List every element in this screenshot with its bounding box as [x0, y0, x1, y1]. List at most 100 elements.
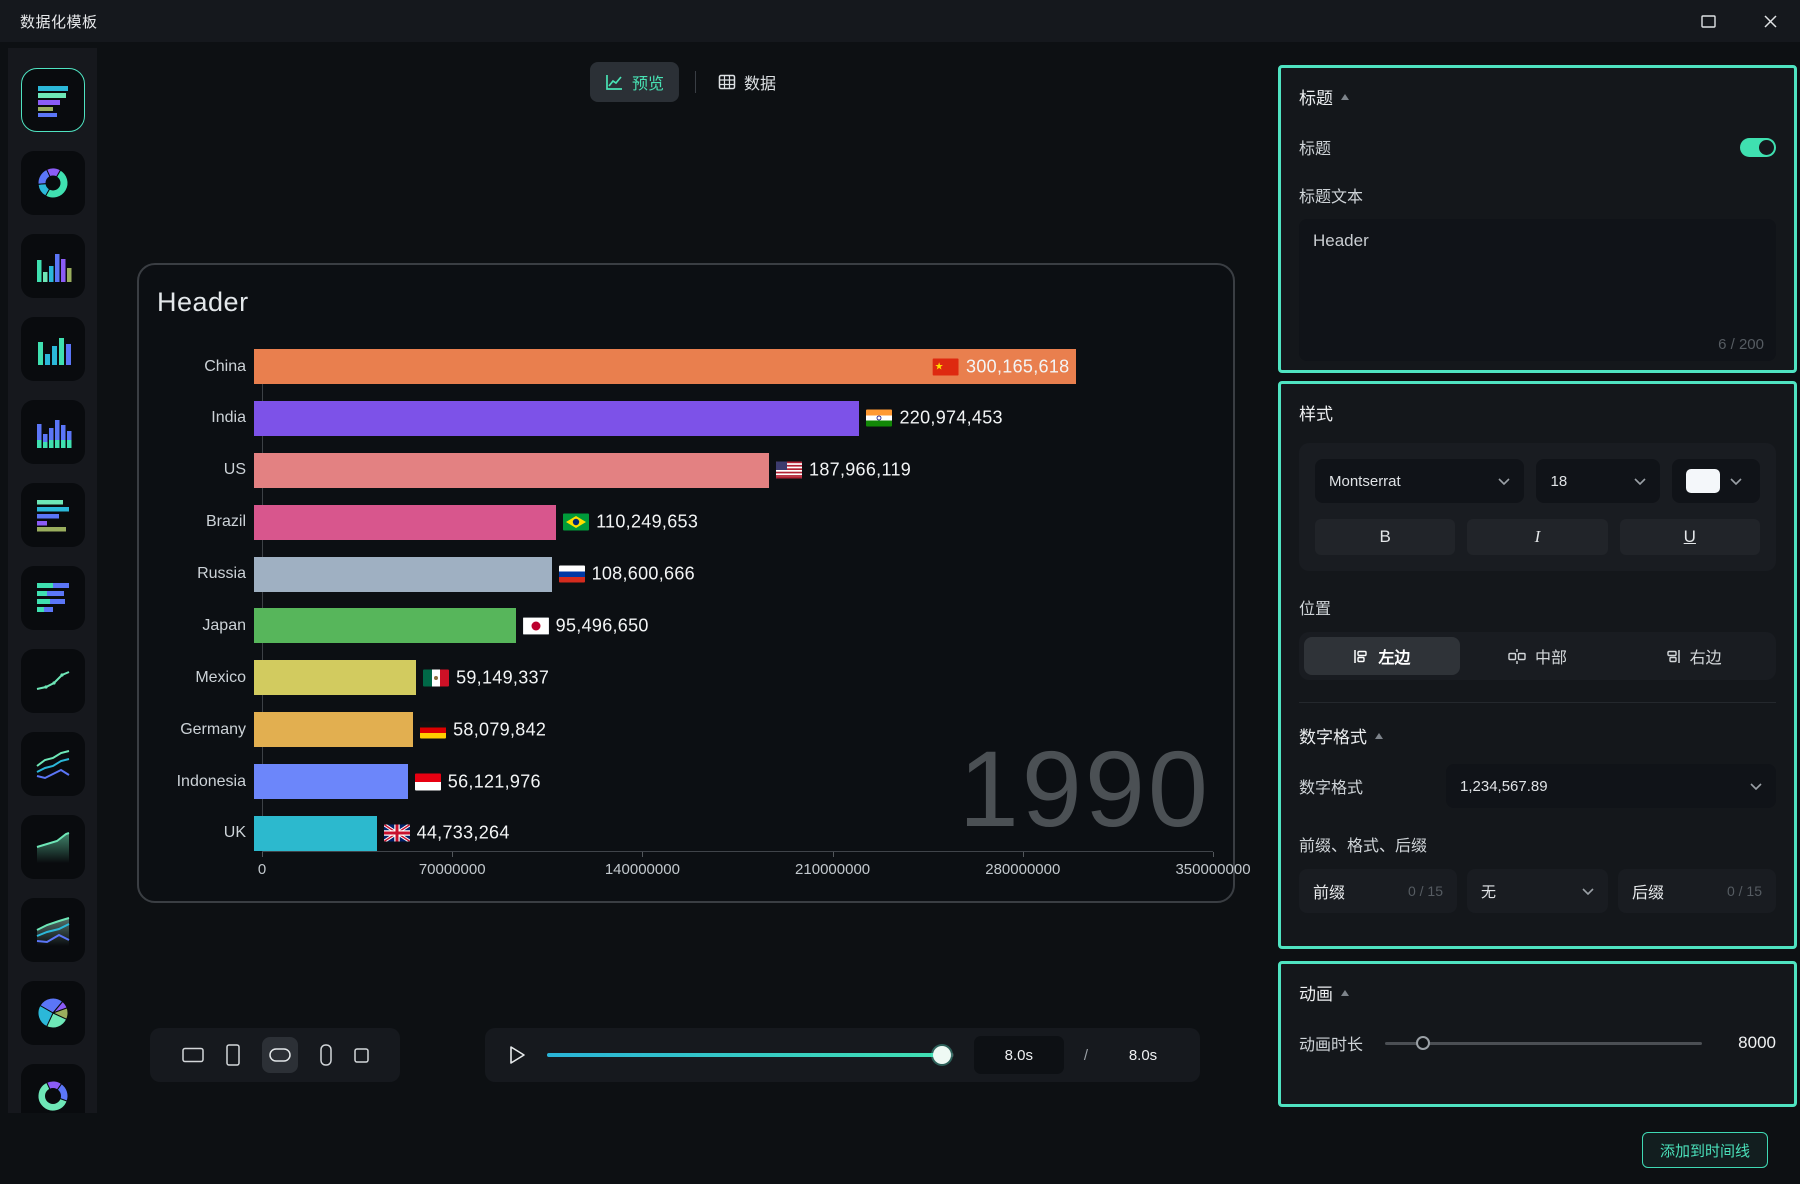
position-align-center[interactable]: 中部 [1460, 637, 1616, 675]
animation-section: 动画 动画时长 8000 [1278, 961, 1797, 1107]
category-label: Japan [157, 617, 254, 635]
sidebar-item-stacked-area-chart[interactable] [21, 898, 85, 962]
sidebar-item-donut-chart-alt[interactable] [21, 1064, 85, 1113]
animation-section-label: 动画 [1299, 980, 1333, 1005]
flag-ru-icon [559, 566, 585, 583]
bar-track: 108,600,666 [254, 557, 1213, 592]
bar-race-chart: China★300,165,618India220,974,453US187,9… [157, 349, 1213, 885]
duration-value: 8000 [1724, 1033, 1776, 1053]
bar-track: 59,149,337 [254, 660, 1213, 695]
value-label: 59,149,337 [456, 667, 549, 688]
window-title: 数据化模板 [20, 11, 98, 32]
bar [254, 401, 859, 436]
font-family-select[interactable]: Montserrat [1315, 459, 1524, 503]
flag-jp-icon [523, 617, 549, 634]
sidebar-item-column-chart-teal[interactable] [21, 317, 85, 381]
tick-mark [452, 852, 453, 857]
bar-track: 58,079,842 [254, 712, 1213, 747]
italic-button[interactable]: I [1467, 519, 1607, 555]
suffix-input[interactable]: 后缀 0 / 15 [1618, 869, 1776, 913]
number-format-select[interactable]: 1,234,567.89 [1446, 764, 1776, 808]
flag-in-icon [866, 410, 892, 427]
sidebar-item-column-chart-stacked[interactable] [21, 400, 85, 464]
position-align-right[interactable]: 右边 [1615, 637, 1771, 675]
aspect-1-1-button[interactable] [354, 1048, 369, 1063]
number-format-header[interactable]: 数字格式 [1299, 723, 1776, 748]
value-label-group: 95,496,650 [523, 615, 649, 636]
tick-label: 70000000 [419, 861, 486, 878]
aspect-9-16-button[interactable] [226, 1044, 240, 1066]
aspect-ratio-bar [150, 1028, 400, 1082]
duration-slider[interactable] [1385, 1035, 1702, 1051]
maximize-icon[interactable] [1698, 11, 1718, 31]
number-format-header-label: 数字格式 [1299, 723, 1367, 748]
chart-rows: China★300,165,618India220,974,453US187,9… [157, 349, 1213, 851]
position-align-left[interactable]: 左边 [1304, 637, 1460, 675]
prefix-format-suffix-label: 前缀、格式、后缀 [1299, 832, 1776, 856]
flag-de-icon [420, 721, 446, 738]
sidebar-item-hbar-chart-stacked[interactable] [21, 566, 85, 630]
tab-preview-label: 预览 [632, 70, 664, 94]
flag-cn-icon: ★ [933, 358, 959, 375]
position-segmented-control: 左边中部右边 [1299, 632, 1776, 680]
aspect-tall-rounded-button[interactable] [320, 1044, 332, 1066]
sidebar-item-line-chart[interactable] [21, 649, 85, 713]
aspect-wide-rounded-button[interactable] [262, 1037, 298, 1073]
title-toggle[interactable] [1740, 138, 1776, 157]
sidebar-item-bar-race-chart[interactable] [21, 68, 85, 132]
add-to-timeline-button[interactable]: 添加到时间线 [1642, 1132, 1768, 1168]
font-color-select[interactable] [1672, 459, 1760, 503]
style-section: 样式 Montserrat 18 B I U 位置 左边中部右边 数字格式 [1278, 381, 1797, 949]
collapse-icon [1341, 94, 1349, 100]
tab-data[interactable]: 数据 [712, 62, 782, 102]
collapse-icon [1375, 733, 1383, 739]
bar-track: 56,121,976 [254, 764, 1213, 799]
sidebar-item-donut-chart[interactable] [21, 151, 85, 215]
value-label: 56,121,976 [448, 771, 541, 792]
title-text-value: Header [1313, 231, 1762, 251]
current-time-field[interactable]: 8.0s [974, 1036, 1064, 1074]
chart-row-russia: Russia108,600,666 [157, 557, 1213, 592]
underline-button[interactable]: U [1620, 519, 1760, 555]
aspect-16-9-button[interactable] [182, 1047, 204, 1063]
prefix-input[interactable]: 前缀 0 / 15 [1299, 869, 1457, 913]
bar [254, 608, 516, 643]
value-label-group: 110,249,653 [563, 512, 698, 533]
animation-section-header[interactable]: 动画 [1299, 980, 1776, 1005]
seek-progress [547, 1053, 942, 1057]
sidebar-item-pie-chart[interactable] [21, 981, 85, 1045]
chart-title: Header [157, 287, 249, 318]
seek-slider[interactable] [547, 1046, 954, 1064]
sidebar-item-hbar-chart[interactable] [21, 483, 85, 547]
sidebar-item-column-chart-multicolor[interactable] [21, 234, 85, 298]
play-button[interactable] [507, 1044, 527, 1066]
color-swatch [1686, 469, 1720, 493]
font-size-select[interactable]: 18 [1536, 459, 1660, 503]
table-icon [718, 74, 736, 90]
bar [254, 712, 413, 747]
chart-row-japan: Japan 95,496,650 [157, 608, 1213, 643]
bar-track: 44,733,264 [254, 816, 1213, 851]
close-icon[interactable] [1760, 11, 1780, 31]
font-controls-card: Montserrat 18 B I U [1299, 443, 1776, 571]
format-none-select[interactable]: 无 [1467, 869, 1608, 913]
seek-knob[interactable] [933, 1046, 951, 1064]
sidebar-item-area-chart[interactable] [21, 815, 85, 879]
value-label: 108,600,666 [592, 564, 695, 585]
title-section-header[interactable]: 标题 [1299, 84, 1776, 109]
chart-preview-card: Header 1990 China★300,165,618India220,97… [137, 263, 1235, 903]
line-chart-icon [605, 74, 624, 91]
tick-label: 210000000 [795, 861, 870, 878]
tab-preview[interactable]: 预览 [590, 62, 679, 102]
title-toggle-label: 标题 [1299, 135, 1331, 159]
chart-row-germany: Germany58,079,842 [157, 712, 1213, 747]
sidebar-item-multi-line-chart[interactable] [21, 732, 85, 796]
align-right-icon [1665, 649, 1681, 664]
title-text-input[interactable]: Header 6 / 200 [1299, 219, 1776, 361]
chart-row-china: China★300,165,618 [157, 349, 1213, 384]
value-label-group: 56,121,976 [415, 771, 541, 792]
bold-button[interactable]: B [1315, 519, 1455, 555]
duration-knob[interactable] [1416, 1036, 1430, 1050]
template-type-sidebar [8, 48, 97, 1113]
category-label: UK [157, 824, 254, 842]
